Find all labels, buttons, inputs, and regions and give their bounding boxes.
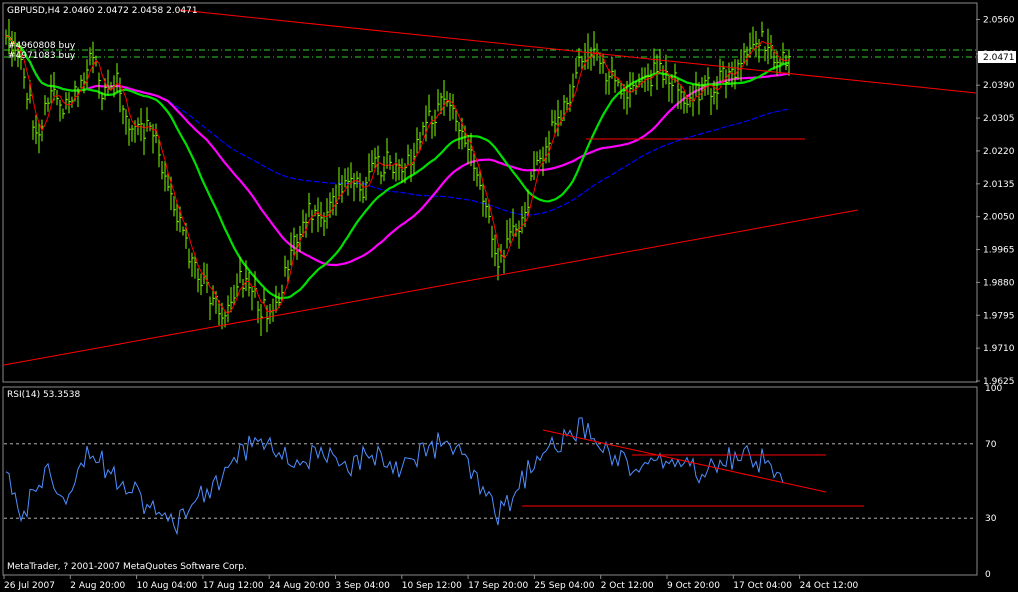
rsi-y-tick-label: 70 [985,440,997,450]
main-y-tick-label: 2.0050 [983,213,1015,223]
main-y-tick-label: 2.0560 [983,15,1015,25]
x-tick-label: 3 Sep 04:00 [336,581,391,591]
chart-canvas[interactable]: 2.0560 2.0471 2.0390 2.0305 2.0220 2.0135 2.00… [0,0,1018,592]
rsi-series [5,417,784,536]
current-price-label: 2.0471 [983,53,1015,63]
rsi-y-axis: 100 70 30 0 [985,384,1002,580]
x-tick-label: 2 Aug 20:00 [70,581,125,591]
x-tick-label: 25 Sep 04:00 [534,581,594,591]
ma-long-line [5,35,790,216]
order-label-1: #4960808 buy [8,41,76,51]
ma-slow [5,34,790,267]
rsi-y-tick-label: 100 [985,384,1002,394]
main-y-tick-label: 1.9880 [983,278,1015,288]
rsi-y-tick-label: 0 [985,570,991,580]
main-y-tick-label: 2.0390 [983,81,1015,91]
main-y-tick-label: 2.0305 [983,114,1015,124]
copyright-text: MetaTrader, ? 2001-2007 MetaQuotes Softw… [7,562,247,572]
order-label-2: #4971083 buy [8,51,76,61]
ma-long [5,35,790,216]
x-tick-label: 9 Oct 20:00 [667,581,720,591]
price-bars[interactable] [5,18,791,336]
main-y-tick-label: 2.0135 [983,180,1015,190]
x-tick-label: 24 Aug 20:00 [269,581,330,591]
rsi-y-tick-label: 30 [985,514,997,524]
rsi-line [5,417,784,536]
main-y-tick-label: 2.0220 [983,147,1015,157]
x-tick-label: 26 Jul 2007 [4,581,55,591]
resistance-trendline [179,9,977,94]
rsi-header: RSI(14) 53.3538 [7,390,80,400]
ma-slow-line [5,34,790,267]
main-y-tick-label: 1.9965 [983,246,1015,256]
trend-lines[interactable] [3,9,977,366]
rsi-panel-frame [2,386,978,576]
main-y-axis: 2.0560 2.0471 2.0390 2.0305 2.0220 2.0135 2.00… [976,15,1015,387]
main-chart-header: GBPUSD,H4 2.0460 2.0472 2.0458 2.0471 [7,6,198,16]
x-tick-label: 17 Sep 20:00 [468,581,528,591]
main-chart-frame [2,2,978,383]
x-tick-label: 2 Oct 12:00 [601,581,654,591]
rsi-trend-lines[interactable] [522,429,864,507]
x-tick-label: 10 Sep 12:00 [402,581,462,591]
x-tick-label: 17 Oct 04:00 [733,581,792,591]
main-y-tick-label: 1.9710 [983,344,1015,354]
rsi-resistance-line [542,429,827,493]
main-y-tick-label: 1.9795 [983,311,1015,321]
x-tick-label: 24 Oct 12:00 [800,581,859,591]
support-trendline [3,209,859,366]
time-axis: 26 Jul 2007 2 Aug 20:00 10 Aug 04:00 17 Aug… [3,575,859,591]
order-lines [4,49,976,58]
x-tick-label: 10 Aug 04:00 [137,581,198,591]
x-tick-label: 17 Aug 12:00 [203,581,264,591]
